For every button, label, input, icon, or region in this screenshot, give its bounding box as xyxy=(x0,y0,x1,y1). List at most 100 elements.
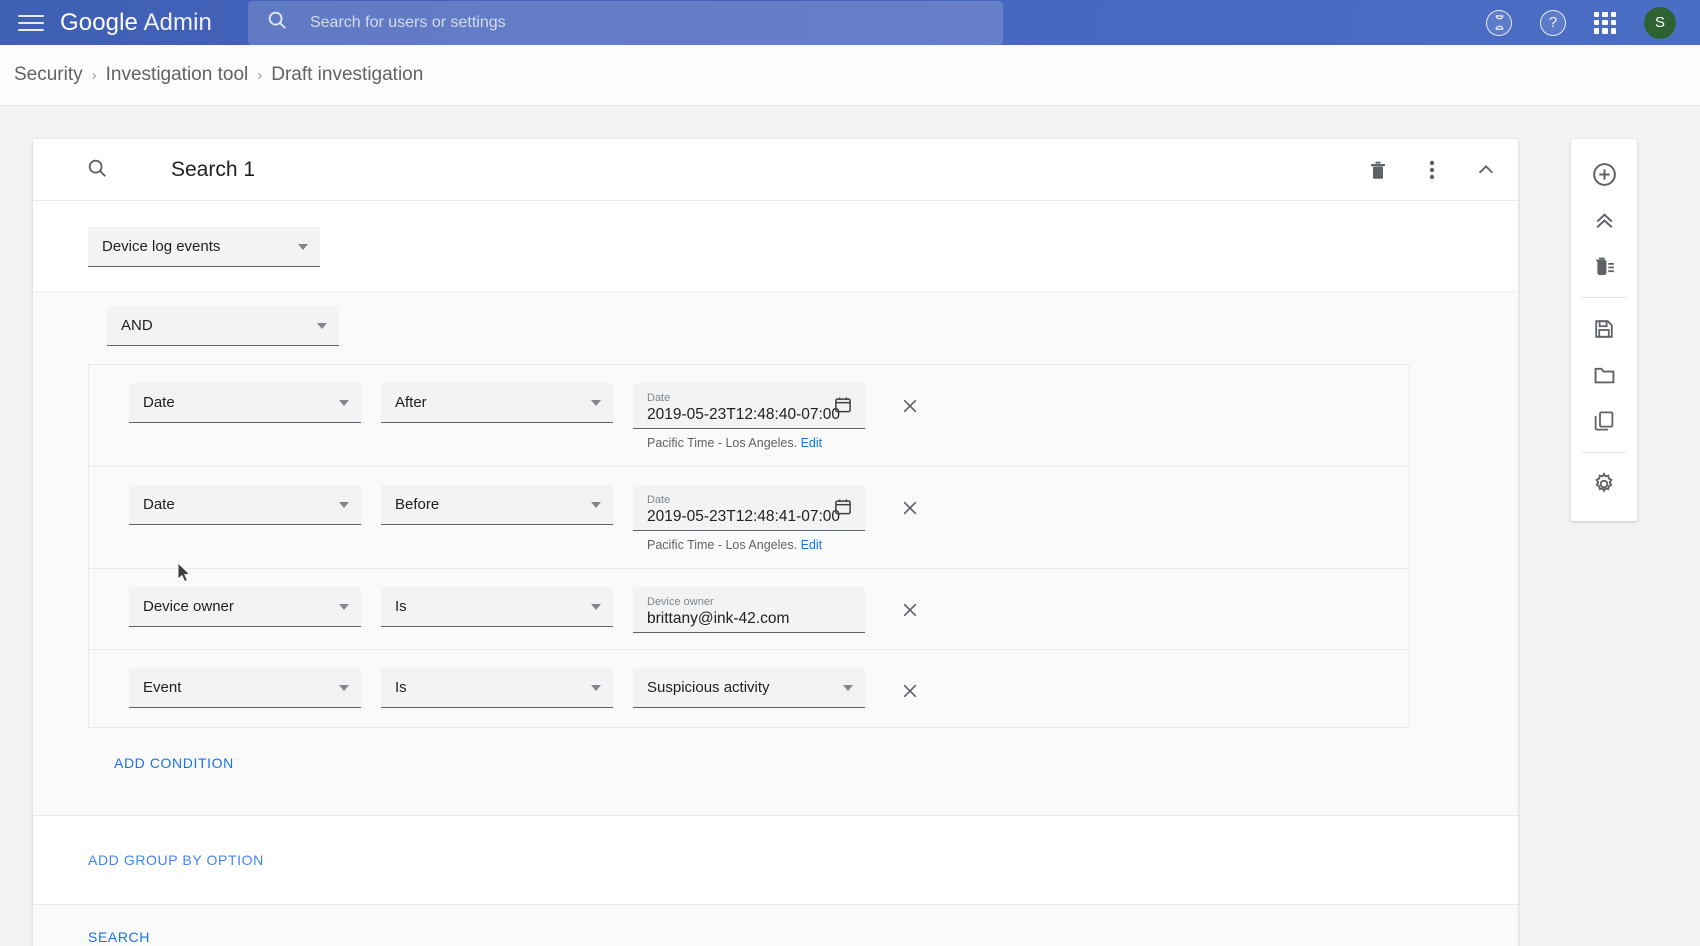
investigation-toolbar xyxy=(1571,139,1637,521)
condition-list: Date After Date 2019-05-23T12:48:40-07:0… xyxy=(88,364,1410,728)
add-group-by-option-button[interactable]: ADD GROUP BY OPTION xyxy=(33,816,264,904)
settings-button[interactable] xyxy=(1581,461,1627,507)
group-operator-value: AND xyxy=(121,317,153,334)
breadcrumb-item-investigation-tool[interactable]: Investigation tool xyxy=(106,64,249,86)
search-icon xyxy=(86,157,108,184)
condition-operator-value: Before xyxy=(395,496,440,513)
delete-search-button[interactable] xyxy=(1364,156,1392,184)
timezone-helper: Pacific Time - Los Angeles. Edit xyxy=(633,538,865,552)
remove-condition-button[interactable] xyxy=(897,393,923,419)
toolbar-divider xyxy=(1582,452,1626,453)
collapse-search-button[interactable] xyxy=(1472,156,1500,184)
condition-operator-value: Is xyxy=(395,679,407,696)
remove-condition-button[interactable] xyxy=(897,678,923,704)
condition-field-value: Device owner xyxy=(143,598,234,615)
search-card-header: Search 1 xyxy=(33,139,1518,201)
condition-field-select[interactable]: Date xyxy=(129,485,361,525)
condition-value-wrapper: Device owner brittany@ink-42.com xyxy=(633,587,865,633)
collapse-all-button[interactable] xyxy=(1581,197,1627,243)
calendar-icon[interactable] xyxy=(833,395,853,420)
search-icon xyxy=(266,9,288,36)
condition-value-label: Date xyxy=(647,493,671,506)
edit-timezone-link[interactable]: Edit xyxy=(801,436,823,450)
breadcrumb-separator-icon: › xyxy=(91,66,97,84)
breadcrumb-item-draft-investigation: Draft investigation xyxy=(271,64,424,85)
chevron-down-icon xyxy=(298,243,308,250)
hourglass-icon[interactable] xyxy=(1486,9,1512,36)
duplicate-investigation-button[interactable] xyxy=(1581,398,1627,444)
timezone-text: Pacific Time - Los Angeles. xyxy=(647,538,798,552)
app-brand: Google Admin xyxy=(60,9,212,37)
remove-condition-button[interactable] xyxy=(897,495,923,521)
condition-row: Date Before Date 2019-05-23T12:48:41-07:… xyxy=(89,467,1409,569)
chevron-down-icon xyxy=(339,603,349,610)
edit-timezone-link[interactable]: Edit xyxy=(801,538,823,552)
search-card-actions xyxy=(1364,156,1500,184)
brand-google: Google xyxy=(60,8,138,36)
condition-operator-select[interactable]: Is xyxy=(381,587,613,627)
apps-grid-icon[interactable] xyxy=(1594,11,1616,34)
new-search-button[interactable] xyxy=(1581,151,1627,197)
condition-value-wrapper: Suspicious activity xyxy=(633,668,865,708)
page-body: Search 1 Device log events AND Date Afte… xyxy=(0,106,1700,946)
condition-row: Device owner Is Device owner brittany@in… xyxy=(89,569,1409,650)
top-bar-actions: ? S xyxy=(1486,6,1682,39)
condition-value-select[interactable]: Suspicious activity xyxy=(633,668,865,708)
global-search-box[interactable] xyxy=(247,0,1003,45)
condition-field-value: Event xyxy=(143,679,182,696)
timezone-text: Pacific Time - Los Angeles. xyxy=(647,436,798,450)
group-operator-select[interactable]: AND xyxy=(107,306,339,346)
help-question-icon[interactable]: ? xyxy=(1540,9,1566,36)
run-search-button[interactable]: SEARCH xyxy=(88,929,150,945)
open-investigation-button[interactable] xyxy=(1581,352,1627,398)
condition-value-label: Date xyxy=(647,391,671,404)
calendar-icon[interactable] xyxy=(833,497,853,522)
chevron-down-icon xyxy=(843,684,853,691)
condition-row: Event Is Suspicious activity xyxy=(89,650,1409,728)
query-builder: Device log events AND Date After Date 20… xyxy=(33,201,1518,946)
remove-condition-button[interactable] xyxy=(897,597,923,623)
condition-value-label: Device owner xyxy=(647,595,714,608)
breadcrumb: Security › Investigation tool › Draft in… xyxy=(0,45,1700,106)
condition-field-value: Date xyxy=(143,496,175,513)
search-action-row: SEARCH xyxy=(33,904,1518,946)
timezone-helper: Pacific Time - Los Angeles. Edit xyxy=(633,436,865,450)
add-condition-button[interactable]: ADD CONDITION xyxy=(33,728,234,801)
page-title: Search 1 xyxy=(171,157,256,181)
chevron-down-icon xyxy=(591,399,601,406)
condition-operator-value: Is xyxy=(395,598,407,615)
hamburger-menu-icon[interactable] xyxy=(18,10,44,36)
condition-field-select[interactable]: Device owner xyxy=(129,587,361,627)
breadcrumb-item-security[interactable]: Security xyxy=(14,64,83,86)
condition-operator-select[interactable]: Before xyxy=(381,485,613,525)
chevron-down-icon xyxy=(339,684,349,691)
chevron-down-icon xyxy=(591,603,601,610)
search-card: Search 1 Device log events AND Date Afte… xyxy=(33,139,1518,946)
clear-all-button[interactable] xyxy=(1581,243,1627,289)
condition-field-select[interactable]: Date xyxy=(129,383,361,423)
data-source-value: Device log events xyxy=(102,238,221,255)
condition-row: Date After Date 2019-05-23T12:48:40-07:0… xyxy=(89,365,1409,467)
condition-date-input[interactable]: Date 2019-05-23T12:48:41-07:00 xyxy=(633,485,865,531)
chevron-down-icon xyxy=(317,322,327,329)
data-source-select[interactable]: Device log events xyxy=(88,227,320,267)
condition-operator-select[interactable]: After xyxy=(381,383,613,423)
chevron-down-icon xyxy=(591,684,601,691)
condition-field-select[interactable]: Event xyxy=(129,668,361,708)
avatar[interactable]: S xyxy=(1644,6,1676,39)
save-investigation-button[interactable] xyxy=(1581,306,1627,352)
condition-value-wrapper: Date 2019-05-23T12:48:40-07:00 Pacific T… xyxy=(633,383,865,450)
chevron-down-icon xyxy=(591,501,601,508)
toolbar-divider xyxy=(1582,297,1626,298)
brand-admin: Admin xyxy=(138,8,212,36)
more-options-button[interactable] xyxy=(1418,156,1446,184)
condition-value-text: 2019-05-23T12:48:40-07:00 xyxy=(647,405,841,423)
condition-operator-select[interactable]: Is xyxy=(381,668,613,708)
condition-operator-value: After xyxy=(395,394,427,411)
chevron-down-icon xyxy=(339,501,349,508)
breadcrumb-separator-icon: › xyxy=(257,66,263,84)
condition-date-input[interactable]: Date 2019-05-23T12:48:40-07:00 xyxy=(633,383,865,429)
condition-text-input[interactable]: Device owner brittany@ink-42.com xyxy=(633,587,865,633)
search-input[interactable] xyxy=(309,13,985,32)
condition-field-value: Date xyxy=(143,394,175,411)
